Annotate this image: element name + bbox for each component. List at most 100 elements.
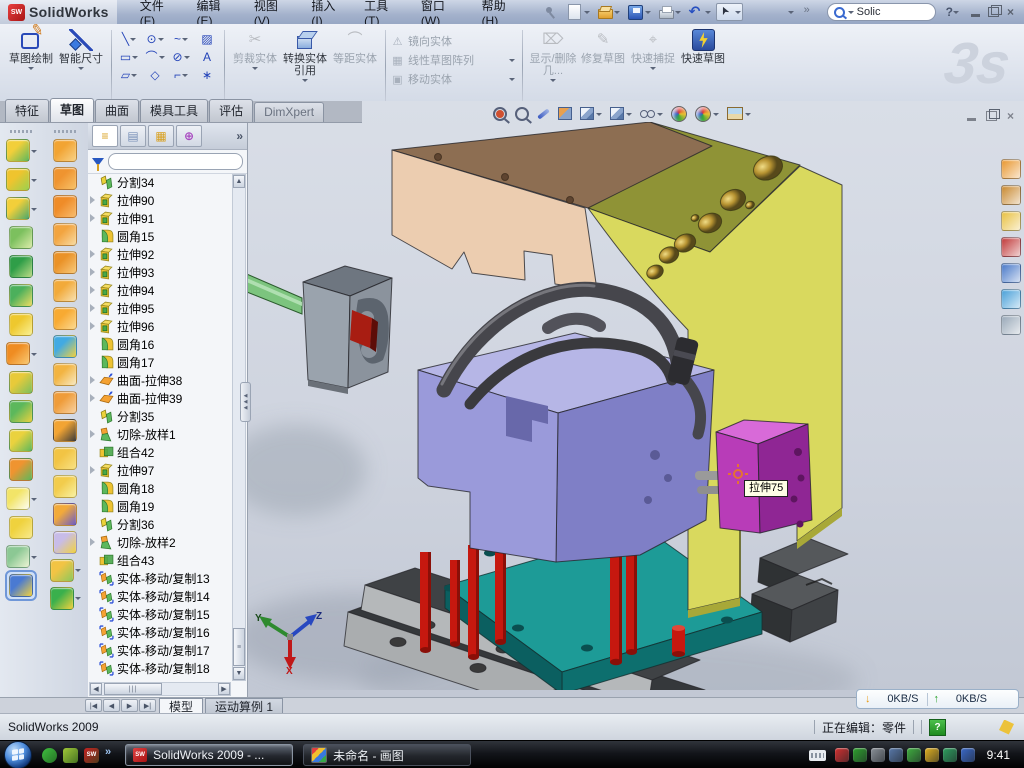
edit-appearance-icon[interactable]: [668, 103, 690, 124]
freeform-icon[interactable]: [9, 516, 33, 539]
tree-horizontal-scrollbar[interactable]: ◀ ||| ▶: [89, 682, 231, 696]
tree-item-组合42[interactable]: 组合42: [90, 443, 231, 461]
dropdown-caret-icon[interactable]: [75, 569, 81, 575]
dropdown-caret-icon[interactable]: [645, 11, 651, 17]
doc-nav-prev[interactable]: ◀: [103, 699, 120, 712]
print-icon[interactable]: [658, 4, 674, 20]
undo-icon[interactable]: [688, 4, 704, 20]
dropdown-caret-icon[interactable]: [182, 74, 188, 80]
zoom-to-fit-icon[interactable]: [490, 103, 510, 124]
search-input[interactable]: Solic: [857, 6, 881, 18]
scrollbar-hthumb[interactable]: |||: [104, 683, 162, 695]
dropdown-caret-icon[interactable]: [131, 74, 137, 80]
display-style-icon[interactable]: [577, 103, 605, 124]
measure-icon[interactable]: [9, 574, 33, 597]
dropdown-caret-icon[interactable]: [31, 179, 37, 185]
expand-arrow-icon[interactable]: [90, 196, 99, 204]
extend-surface-icon[interactable]: [53, 503, 77, 526]
dropdown-caret-icon[interactable]: [788, 11, 794, 17]
doc-nav-next[interactable]: ▶: [121, 699, 138, 712]
solidworks-resources-icon[interactable]: [1001, 159, 1021, 179]
view-settings-icon[interactable]: [724, 103, 754, 124]
knit-surface-icon[interactable]: [53, 363, 77, 386]
dropdown-caret-icon[interactable]: [626, 113, 632, 119]
tree-item-拉伸95[interactable]: 拉伸95: [90, 299, 231, 317]
pan-icon[interactable]: [534, 103, 553, 124]
select-icon[interactable]: [718, 4, 734, 20]
combine-bodies-icon[interactable]: [9, 400, 33, 423]
doc-restore-button[interactable]: [986, 111, 997, 121]
apply-scene-icon[interactable]: [692, 103, 722, 124]
tree-item-分割36[interactable]: 分割36: [90, 515, 231, 533]
tree-item-曲面-拉伸38[interactable]: 曲面-拉伸38: [90, 371, 231, 389]
tree-item-切除-放样1[interactable]: 切除-放样1: [90, 425, 231, 443]
arc-tool[interactable]: ⌒: [143, 49, 167, 65]
graphics-area[interactable]: × Y Z X 拉伸75: [248, 101, 1024, 697]
expand-arrow-icon[interactable]: [90, 466, 99, 474]
tree-item-圆角19[interactable]: 圆角19: [90, 497, 231, 515]
tray-icon-5[interactable]: [907, 748, 921, 762]
clamp-block[interactable]: [303, 266, 392, 394]
expand-arrow-icon[interactable]: [90, 286, 99, 294]
expand-arrow-icon[interactable]: [90, 430, 99, 438]
options-list-icon[interactable]: [771, 4, 787, 20]
ellipse-tool[interactable]: ⊘: [169, 49, 193, 65]
ruled-surface-icon[interactable]: [50, 587, 74, 610]
sketch-fillet-tool[interactable]: ⌐: [169, 67, 193, 83]
scroll-right-icon[interactable]: ▶: [218, 683, 230, 695]
dropdown-caret-icon[interactable]: [132, 56, 138, 62]
dropdown-caret-icon[interactable]: [31, 556, 37, 562]
extruded-surface-icon[interactable]: [53, 139, 77, 162]
dropdown-caret-icon[interactable]: [75, 597, 81, 603]
dropdown-caret-icon[interactable]: [78, 67, 84, 73]
extruded-boss-icon[interactable]: [6, 139, 30, 162]
cm-button-转换实体引用[interactable]: 转换实体引用: [280, 27, 330, 102]
delete-face-icon[interactable]: [53, 419, 77, 442]
filter-input[interactable]: [108, 153, 243, 170]
dropdown-caret-icon[interactable]: [584, 11, 590, 17]
quick-launch-solidworks-icon[interactable]: SW: [84, 748, 99, 763]
tree-item-实体-移动/复制15[interactable]: 实体-移动/复制15: [90, 605, 231, 623]
dropdown-caret-icon[interactable]: [745, 113, 751, 119]
design-library-icon[interactable]: [1001, 185, 1021, 205]
tab-模具工具[interactable]: 模具工具: [140, 99, 208, 122]
help-button[interactable]: ?: [946, 5, 953, 19]
cm-button-智能尺寸[interactable]: 智能尺寸: [56, 27, 106, 102]
close-button[interactable]: ×: [1007, 6, 1014, 18]
input-method-icon[interactable]: [809, 750, 826, 761]
doc-close-button[interactable]: ×: [1007, 110, 1014, 122]
dropdown-caret-icon[interactable]: [614, 11, 620, 17]
tags-icon[interactable]: [999, 720, 1014, 735]
search-box[interactable]: Solic: [827, 3, 936, 21]
tab-草图[interactable]: 草图: [50, 98, 94, 122]
tab-评估[interactable]: 评估: [209, 99, 253, 122]
tree-item-组合43[interactable]: 组合43: [90, 551, 231, 569]
search-icon[interactable]: [1001, 237, 1021, 257]
dropdown-caret-icon[interactable]: [31, 150, 37, 156]
expand-arrow-icon[interactable]: [90, 268, 99, 276]
text-tool[interactable]: A: [195, 49, 219, 65]
expand-arrow-icon[interactable]: [90, 538, 99, 546]
panel-overflow-icon[interactable]: »: [236, 129, 243, 143]
help-dropdown-icon[interactable]: [953, 11, 959, 17]
swept-surface-icon[interactable]: [53, 195, 77, 218]
tray-icon-6[interactable]: [925, 748, 939, 762]
tree-item-分割35[interactable]: 分割35: [90, 407, 231, 425]
tray-icon-1[interactable]: [835, 748, 849, 762]
dropdown-caret-icon[interactable]: [509, 59, 515, 65]
dropdown-caret-icon[interactable]: [182, 38, 188, 44]
tree-item-拉伸90[interactable]: 拉伸90: [90, 191, 231, 209]
dimxpertmanager-tab[interactable]: ⊕: [176, 125, 202, 147]
dropdown-caret-icon[interactable]: [509, 78, 515, 84]
tree-item-拉伸97[interactable]: 拉伸97: [90, 461, 231, 479]
taskbar-button-SolidWorks 2009 - ...[interactable]: SWSolidWorks 2009 - ...: [125, 744, 293, 766]
instant3d-icon[interactable]: [6, 487, 30, 510]
green-rod[interactable]: [248, 272, 302, 314]
view-orientation-icon[interactable]: [607, 103, 635, 124]
pin-icon[interactable]: [543, 4, 559, 20]
tree-item-拉伸91[interactable]: 拉伸91: [90, 209, 231, 227]
lasso-tool[interactable]: ▨: [195, 31, 219, 47]
tree-item-拉伸92[interactable]: 拉伸92: [90, 245, 231, 263]
dropdown-caret-icon[interactable]: [657, 113, 663, 119]
curve-icon[interactable]: [6, 545, 30, 568]
